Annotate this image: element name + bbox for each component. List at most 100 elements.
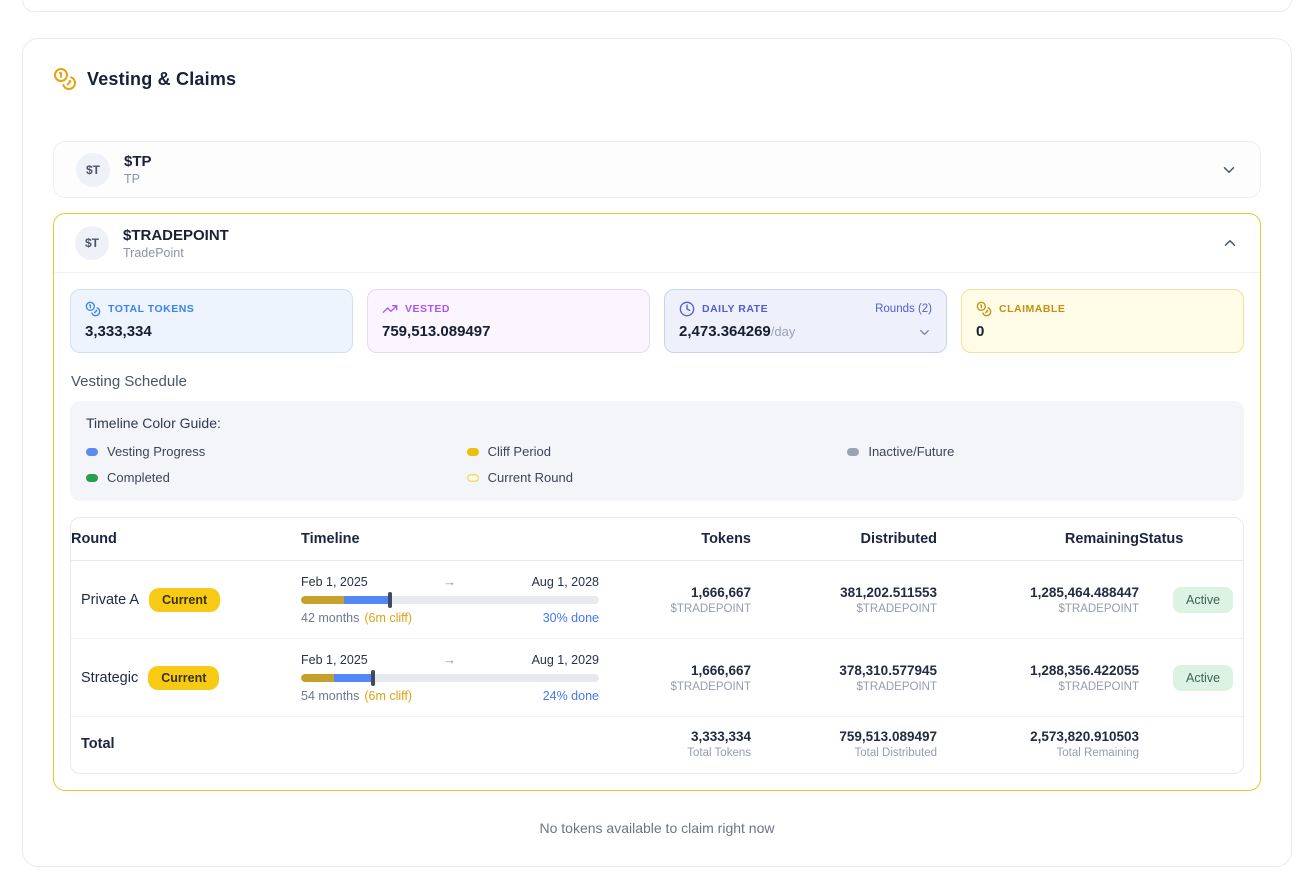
current-badge: Current	[148, 666, 219, 690]
col-header-distributed: Distributed	[751, 518, 937, 560]
remaining-value: 1,285,464.488447	[1030, 585, 1139, 600]
tokens-unit: $TRADEPOINT	[670, 681, 751, 693]
remaining-value: 1,288,356.422055	[1030, 663, 1139, 678]
vesting-table: Round Timeline Tokens Distributed Remain…	[70, 517, 1244, 774]
timeline-end-date: Aug 1, 2029	[532, 653, 599, 667]
legend-grid: Vesting Progress Cliff Period Inactive/F…	[86, 444, 1228, 485]
arrow-right-icon: →	[443, 574, 456, 589]
coins-icon	[53, 67, 77, 91]
chevron-down-icon[interactable]	[917, 325, 932, 340]
legend-label: Current Round	[488, 470, 573, 485]
timeline-duration: 54 months	[301, 689, 359, 703]
chevron-up-icon[interactable]	[1221, 234, 1239, 252]
table-header-row: Round Timeline Tokens Distributed Remain…	[71, 518, 1243, 561]
remaining-unit: $TRADEPOINT	[1058, 681, 1139, 693]
progress-marker	[388, 592, 392, 608]
round-name: Strategic	[81, 670, 138, 686]
token-card-tradepoint: $T $TRADEPOINT TradePoint	[53, 213, 1261, 791]
tokens-value: 1,666,667	[691, 585, 751, 600]
total-tokens-caption: Total Tokens	[687, 747, 751, 759]
table-row: Strategic Current Feb 1, 2025 → Aug 1, 2…	[71, 639, 1243, 717]
total-label: Total	[71, 736, 289, 752]
legend-item-current-round: Current Round	[467, 470, 848, 485]
remaining-unit: $TRADEPOINT	[1058, 603, 1139, 615]
page-title: Vesting & Claims	[87, 69, 236, 90]
stat-daily-rate[interactable]: DAILY RATE Rounds (2) 2,473.364269/day	[664, 289, 947, 353]
total-remaining-value: 2,573,820.910503	[1030, 729, 1139, 744]
token-name: TP	[124, 172, 152, 186]
trending-up-icon	[382, 301, 398, 317]
token-list: $T $TP TP $T $TRADEPOINT TradePoint	[53, 141, 1261, 791]
timeline-progress-bar	[301, 596, 599, 604]
distributed-unit: $TRADEPOINT	[856, 681, 937, 693]
timeline-start-date: Feb 1, 2025	[301, 653, 368, 667]
token-identity: $TP TP	[124, 153, 152, 186]
col-header-status: Status	[1139, 518, 1243, 560]
total-remaining-caption: Total Remaining	[1057, 747, 1139, 759]
coins-icon	[976, 301, 992, 317]
legend-label: Completed	[107, 470, 170, 485]
stats-grid: TOTAL TOKENS 3,333,334	[70, 289, 1244, 353]
stat-total-tokens: TOTAL TOKENS 3,333,334	[70, 289, 353, 353]
stat-value: 2,473.364269	[679, 323, 771, 340]
col-header-remaining: Remaining	[937, 518, 1139, 560]
token-symbol: $TP	[124, 153, 152, 170]
timeline-cliff: (6m cliff)	[364, 689, 412, 703]
distributed-unit: $TRADEPOINT	[856, 603, 937, 615]
stat-label: CLAIMABLE	[999, 303, 1065, 315]
token-avatar: $T	[76, 153, 110, 187]
clock-icon	[679, 301, 695, 317]
legend-dot	[86, 448, 98, 456]
tokens-cell: 1,666,667 $TRADEPOINT	[611, 585, 751, 615]
legend-label: Cliff Period	[488, 444, 551, 459]
remaining-cell: 1,288,356.422055 $TRADEPOINT	[937, 663, 1139, 693]
tokens-value: 1,666,667	[691, 663, 751, 678]
timeline-cell: Feb 1, 2025 → Aug 1, 2029 54 months(6m c…	[289, 652, 599, 703]
status-badge: Active	[1173, 587, 1233, 613]
table-total-row: Total 3,333,334 Total Tokens 759,513.089…	[71, 717, 1243, 773]
timeline-cell: Feb 1, 2025 → Aug 1, 2028 42 months (6m c…	[289, 574, 599, 625]
stat-value: 0	[976, 323, 984, 340]
tokens-unit: $TRADEPOINT	[670, 603, 751, 615]
token-avatar: $T	[75, 226, 109, 260]
coins-icon	[85, 301, 101, 317]
round-name: Private A	[81, 592, 139, 608]
timeline-end-date: Aug 1, 2028	[532, 575, 599, 589]
distributed-value: 378,310.577945	[839, 663, 937, 678]
rounds-count-label: Rounds (2)	[875, 303, 932, 315]
legend-item-vesting-progress: Vesting Progress	[86, 444, 467, 459]
stat-label: DAILY RATE	[702, 303, 768, 315]
stat-value: 759,513.089497	[382, 323, 490, 340]
total-remaining-cell: 2,573,820.910503 Total Remaining	[937, 729, 1139, 759]
legend-item-inactive-future: Inactive/Future	[847, 444, 1228, 459]
token-identity: $TRADEPOINT TradePoint	[123, 227, 229, 260]
vesting-claims-panel: Vesting & Claims $T $TP TP $T $TRADEPOIN…	[22, 38, 1292, 867]
token-row-tradepoint[interactable]: $T $TRADEPOINT TradePoint	[54, 214, 1260, 273]
remaining-cell: 1,285,464.488447 $TRADEPOINT	[937, 585, 1139, 615]
legend-dot	[86, 474, 98, 482]
timeline-progress-bar	[301, 674, 599, 682]
table-row: Private A Current Feb 1, 2025 → Aug 1, 2…	[71, 561, 1243, 639]
legend-label: Inactive/Future	[868, 444, 954, 459]
token-name: TradePoint	[123, 246, 229, 260]
chevron-down-icon[interactable]	[1220, 161, 1238, 179]
timeline-duration: 42 months	[301, 611, 359, 625]
timeline-cliff: (6m cliff)	[364, 611, 412, 625]
stat-value-suffix: /day	[771, 324, 796, 339]
total-tokens-cell: 3,333,334 Total Tokens	[611, 729, 751, 759]
vesting-schedule-title: Vesting Schedule	[71, 373, 1244, 390]
timeline-color-guide: Timeline Color Guide: Vesting Progress C…	[70, 401, 1244, 501]
total-distributed-value: 759,513.089497	[839, 729, 937, 744]
legend-item-cliff-period: Cliff Period	[467, 444, 848, 459]
legend-item-completed: Completed	[86, 470, 467, 485]
current-badge: Current	[149, 588, 220, 612]
timeline-start-date: Feb 1, 2025	[301, 575, 368, 589]
distributed-cell: 378,310.577945 $TRADEPOINT	[751, 663, 937, 693]
total-tokens-value: 3,333,334	[691, 729, 751, 744]
stat-value: 3,333,334	[85, 323, 152, 340]
token-card-body: TOTAL TOKENS 3,333,334	[54, 273, 1260, 790]
token-row-tp[interactable]: $T $TP TP	[53, 141, 1261, 198]
legend-dot	[467, 474, 479, 482]
col-header-tokens: Tokens	[611, 518, 751, 560]
stat-vested: VESTED 759,513.089497	[367, 289, 650, 353]
